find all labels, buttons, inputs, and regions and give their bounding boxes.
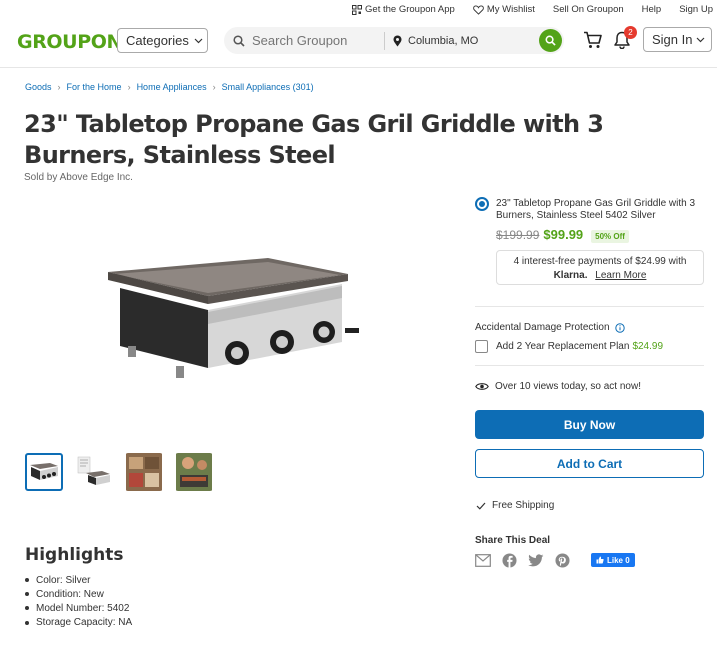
buy-now-button[interactable]: Buy Now bbox=[475, 410, 704, 439]
thumbnail-4[interactable] bbox=[175, 453, 213, 491]
breadcrumb-small-appliances[interactable]: Small Appliances (301) bbox=[222, 82, 314, 92]
pinterest-icon[interactable] bbox=[555, 553, 570, 568]
original-price: $199.99 bbox=[496, 228, 540, 242]
checkmark-icon bbox=[476, 502, 486, 510]
free-shipping: Free Shipping bbox=[476, 500, 554, 511]
klarna-box: 4 interest-free payments of $24.99 with … bbox=[496, 250, 704, 285]
categories-button[interactable]: Categories bbox=[117, 28, 208, 53]
chevron-right-icon: › bbox=[57, 82, 61, 92]
email-icon[interactable] bbox=[475, 554, 491, 567]
search-icon bbox=[233, 34, 245, 47]
breadcrumb: Goods › For the Home › Home Appliances ›… bbox=[25, 82, 314, 92]
plan-price: $24.99 bbox=[632, 341, 664, 352]
chevron-down-icon bbox=[194, 38, 203, 43]
search-icon bbox=[545, 35, 556, 46]
thumbnail-1[interactable] bbox=[25, 453, 63, 491]
chevron-down-icon bbox=[697, 37, 705, 42]
utility-bar: Get the Groupon App My Wishlist Sell On … bbox=[352, 4, 713, 15]
search-input[interactable] bbox=[252, 33, 384, 48]
highlight-item: Condition: New bbox=[25, 587, 132, 601]
eye-icon bbox=[475, 383, 489, 390]
share-title: Share This Deal bbox=[475, 535, 551, 546]
chevron-right-icon: › bbox=[127, 82, 131, 92]
divider bbox=[475, 365, 704, 366]
thumbs-up-icon bbox=[596, 556, 604, 564]
protection-title: Accidental Damage Protection bbox=[475, 322, 625, 333]
klarna-learn-more-link[interactable]: Learn More bbox=[595, 270, 646, 281]
chevron-right-icon: › bbox=[212, 82, 216, 92]
product-main-image[interactable] bbox=[100, 250, 365, 390]
qr-icon bbox=[352, 4, 363, 15]
thumbnail-2[interactable] bbox=[75, 453, 113, 491]
location-field[interactable]: Columbia, MO bbox=[393, 35, 539, 47]
groupon-logo[interactable]: GROUPON bbox=[17, 31, 122, 53]
views-notice: Over 10 views today, so act now! bbox=[475, 381, 641, 392]
replacement-plan-label[interactable]: Add 2 Year Replacement Plan $24.99 bbox=[496, 341, 663, 352]
wishlist-link[interactable]: My Wishlist bbox=[473, 4, 535, 15]
add-to-cart-button[interactable]: Add to Cart bbox=[475, 449, 704, 478]
option-label[interactable]: 23" Tabletop Propane Gas Gril Griddle wi… bbox=[496, 198, 708, 221]
info-icon[interactable] bbox=[614, 322, 625, 333]
location-pin-icon bbox=[393, 35, 402, 46]
breadcrumb-goods[interactable]: Goods bbox=[25, 82, 52, 92]
signup-link[interactable]: Sign Up bbox=[679, 4, 713, 15]
share-icons bbox=[475, 553, 570, 568]
header-divider bbox=[0, 67, 717, 68]
highlight-item: Color: Silver bbox=[25, 573, 132, 587]
option-radio[interactable] bbox=[475, 197, 489, 211]
thumbnail-strip bbox=[25, 453, 213, 491]
cart-button[interactable] bbox=[583, 31, 603, 54]
discount-badge: 50% Off bbox=[591, 230, 629, 243]
replacement-plan-checkbox[interactable] bbox=[475, 340, 488, 353]
search-bar: Columbia, MO bbox=[224, 27, 564, 54]
notification-badge: 2 bbox=[624, 26, 637, 39]
sell-link[interactable]: Sell On Groupon bbox=[553, 4, 624, 15]
facebook-icon[interactable] bbox=[502, 553, 517, 568]
price-row: $199.99 $99.99 50% Off bbox=[496, 227, 629, 243]
notifications-button[interactable]: 2 bbox=[613, 26, 637, 54]
heart-icon bbox=[473, 4, 484, 15]
klarna-text: 4 interest-free payments of $24.99 with bbox=[513, 256, 687, 267]
get-app-link[interactable]: Get the Groupon App bbox=[352, 4, 455, 15]
shopping-cart-icon bbox=[584, 31, 602, 48]
help-link[interactable]: Help bbox=[642, 4, 662, 15]
sold-by: Sold by Above Edge Inc. bbox=[24, 172, 133, 183]
divider bbox=[475, 306, 704, 307]
product-title: 23" Tabletop Propane Gas Gril Griddle wi… bbox=[24, 110, 604, 169]
klarna-logo: Klarna. bbox=[553, 270, 588, 281]
breadcrumb-for-the-home[interactable]: For the Home bbox=[67, 82, 122, 92]
sale-price: $99.99 bbox=[543, 227, 584, 242]
highlight-item: Model Number: 5402 bbox=[25, 601, 132, 615]
search-divider bbox=[384, 31, 385, 50]
highlight-item: Storage Capacity: NA bbox=[25, 616, 132, 630]
signin-button[interactable]: Sign In bbox=[643, 27, 712, 52]
highlights-list: Color: Silver Condition: New Model Numbe… bbox=[25, 573, 132, 630]
highlights-title: Highlights bbox=[25, 545, 124, 565]
twitter-icon[interactable] bbox=[528, 554, 544, 567]
search-submit-button[interactable] bbox=[539, 29, 562, 52]
thumbnail-3[interactable] bbox=[125, 453, 163, 491]
breadcrumb-home-appliances[interactable]: Home Appliances bbox=[137, 82, 207, 92]
facebook-like-button[interactable]: Like 0 bbox=[591, 553, 635, 567]
